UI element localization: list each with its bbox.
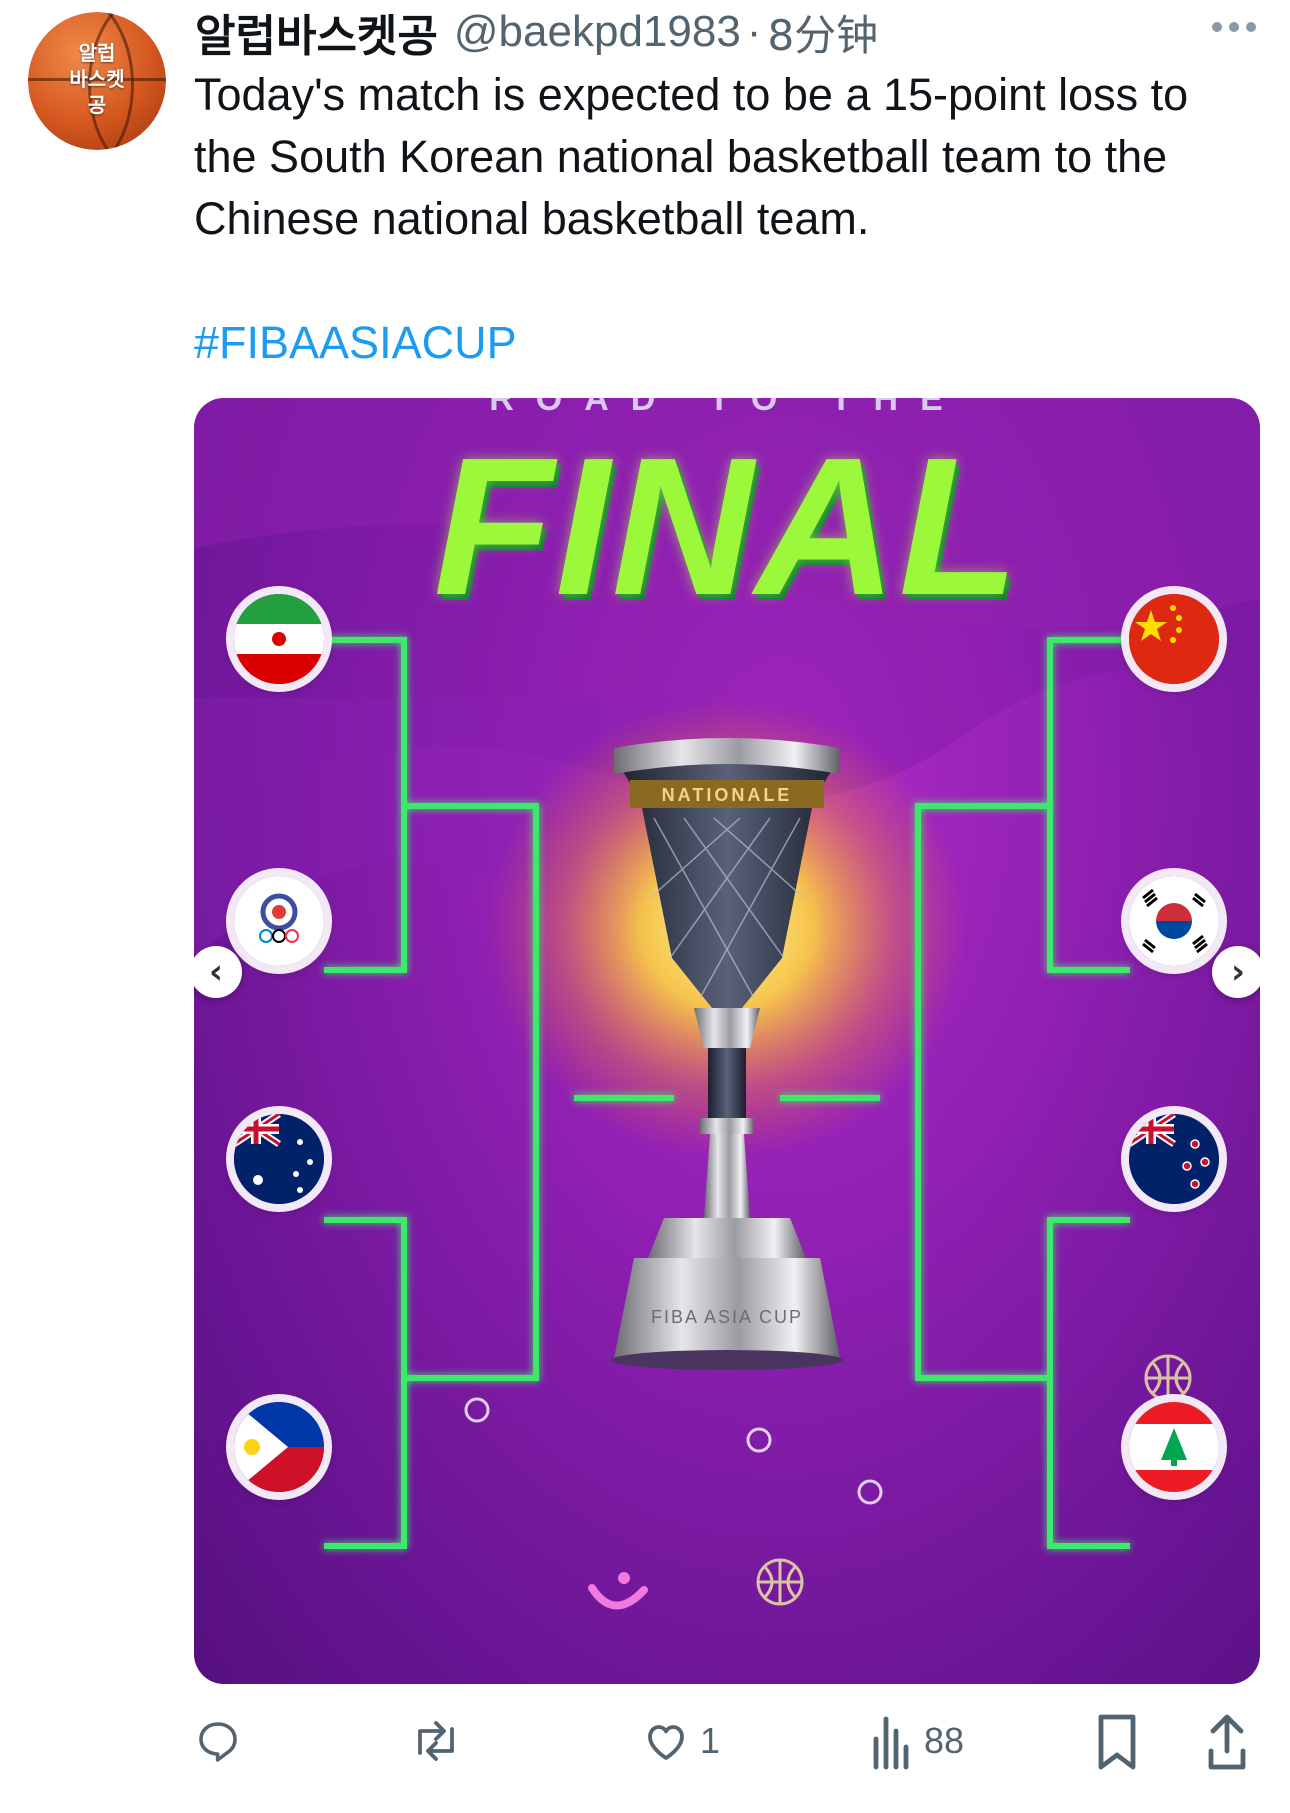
retweet-icon — [418, 1721, 454, 1761]
tweet-text: Today's match is expected to be a 15-poi… — [194, 69, 1189, 244]
reply-icon — [199, 1722, 237, 1762]
new-zealand-flag-icon — [1129, 1114, 1219, 1204]
bookmark-icon — [1098, 1714, 1136, 1770]
tweet-header: 알럽바스켓공 @baekpd1983 · 8分钟 — [195, 2, 878, 63]
final-title: FINAL — [433, 417, 1021, 636]
lebanon-flag-icon — [1129, 1402, 1219, 1492]
views-count: 88 — [924, 1720, 965, 1761]
tweet[interactable]: 알럽 바스켓 공 알럽바스켓공 @baekpd1983 · 8分钟 Today'… — [0, 0, 1290, 1813]
chinese-taipei-flag-icon — [234, 876, 324, 966]
views-icon — [873, 1716, 909, 1770]
heart-icon — [648, 1725, 684, 1760]
reply-button[interactable] — [194, 1706, 252, 1776]
display-name[interactable]: 알럽바스켓공 — [195, 0, 438, 64]
action-bar: 1 88 — [194, 1706, 1274, 1776]
like-button[interactable]: 1 — [642, 1706, 720, 1776]
tweet-image[interactable]: NATIONALE FIBA ASIA CUP ROAD TO THE FINA… — [194, 398, 1260, 1684]
china-flag-icon — [1129, 594, 1219, 684]
philippines-flag-icon — [234, 1402, 324, 1492]
south-korea-flag-icon — [1129, 876, 1219, 966]
separator: · — [746, 7, 762, 56]
next-image-button[interactable]: › — [1212, 946, 1260, 998]
user-handle[interactable]: @baekpd1983 — [454, 7, 741, 57]
bookmark-button[interactable] — [1094, 1706, 1140, 1776]
views-button[interactable]: 88 — [870, 1706, 964, 1776]
share-icon — [1208, 1714, 1246, 1770]
hashtag-link[interactable]: #FIBAASIACUP — [194, 312, 517, 374]
cup-band-text: NATIONALE — [662, 785, 793, 805]
avatar[interactable]: 알럽 바스켓 공 — [28, 12, 166, 150]
iran-flag-icon — [234, 594, 324, 684]
share-button[interactable] — [1204, 1706, 1250, 1776]
timestamp[interactable]: 8分钟 — [767, 2, 878, 63]
like-count: 1 — [700, 1720, 721, 1761]
more-options-icon[interactable] — [1212, 22, 1256, 32]
cup-base-text: FIBA ASIA CUP — [651, 1307, 803, 1327]
avatar-text: 알럽 바스켓 공 — [69, 41, 125, 117]
australia-flag-icon — [234, 1114, 324, 1204]
retweet-button[interactable] — [410, 1706, 472, 1776]
